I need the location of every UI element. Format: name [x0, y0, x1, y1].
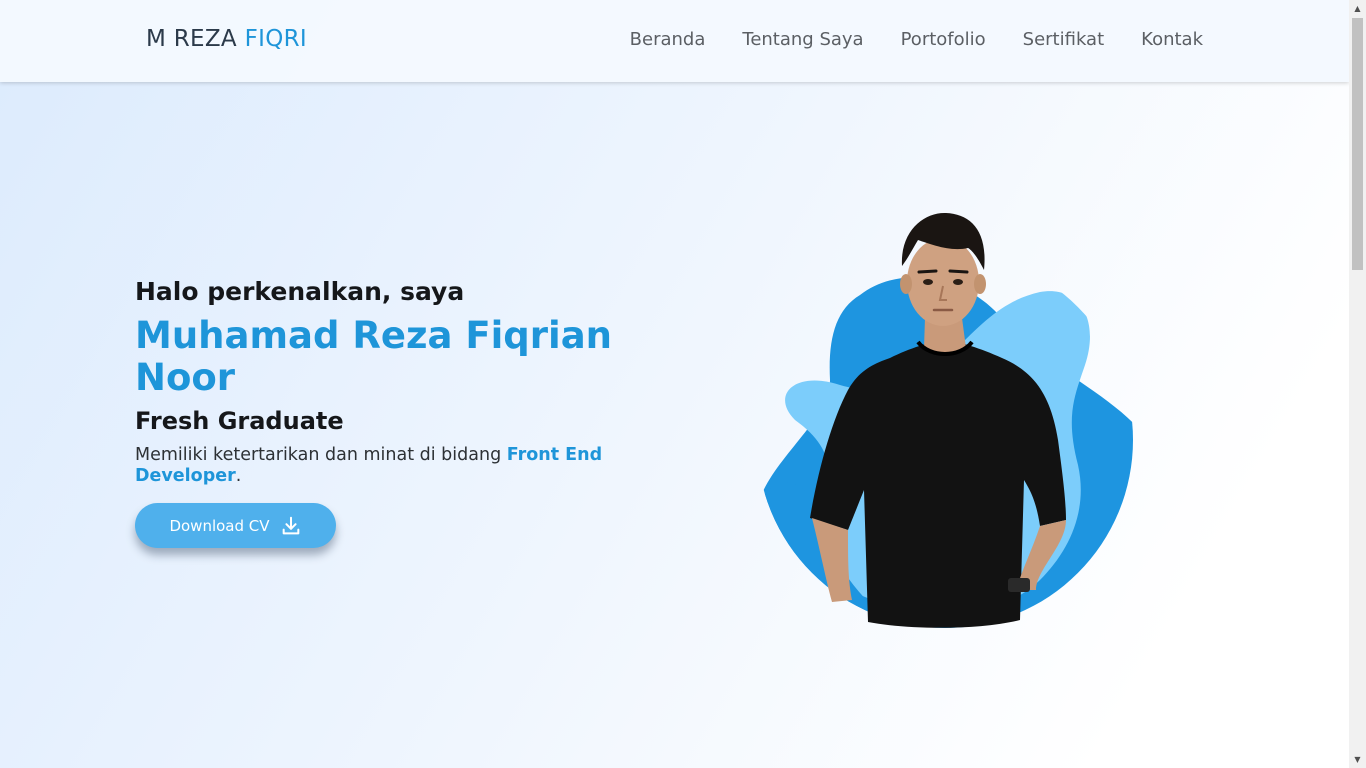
download-cv-label: Download CV [169, 516, 270, 535]
person-brow-right [948, 269, 969, 274]
nav-link-beranda[interactable]: Beranda [630, 29, 706, 50]
hero-description: Memiliki ketertarikan dan minat di bidan… [135, 445, 635, 487]
profile-photo [757, 212, 1133, 628]
person-ear-right [974, 274, 986, 294]
brand-prefix: M REZA [146, 26, 237, 52]
brand-logo[interactable]: M REZA FIQRI [146, 26, 307, 52]
description-prefix: Memiliki ketertarikan dan minat di bidan… [135, 445, 507, 465]
brand-accent: FIQRI [244, 26, 307, 52]
main-nav: Beranda Tentang Saya Portofolio Sertifik… [630, 29, 1203, 50]
nav-link-tentang-saya[interactable]: Tentang Saya [742, 29, 863, 50]
person-face [907, 238, 979, 326]
person-ear-left [900, 274, 912, 294]
nav-link-sertifikat[interactable]: Sertifikat [1023, 29, 1105, 50]
nav-link-kontak[interactable]: Kontak [1141, 29, 1203, 50]
hero-role: Fresh Graduate [135, 407, 344, 435]
person-brow-left [917, 269, 938, 274]
vertical-scrollbar[interactable]: ▲ ▼ [1349, 0, 1366, 768]
scroll-down-arrow-icon[interactable]: ▼ [1349, 751, 1366, 768]
scroll-up-arrow-icon[interactable]: ▲ [1349, 0, 1366, 17]
download-icon [282, 516, 299, 534]
hero-greeting: Halo perkenalkan, saya [135, 277, 465, 306]
navbar: M REZA FIQRI Beranda Tentang Saya Portof… [0, 0, 1349, 82]
description-suffix: . [235, 466, 242, 486]
person-eye-left [923, 279, 933, 285]
scrollbar-thumb[interactable] [1352, 18, 1363, 270]
hero-name: Muhamad Reza Fiqrian Noor [135, 314, 613, 399]
person-watch [1008, 578, 1030, 592]
profile-illustration [740, 200, 1170, 640]
person-eye-right [953, 279, 963, 285]
nav-link-portofolio[interactable]: Portofolio [901, 29, 986, 50]
download-cv-button[interactable]: Download CV [135, 503, 336, 548]
hero-intro: Halo perkenalkan, saya Muhamad Reza Fiqr… [135, 275, 655, 487]
